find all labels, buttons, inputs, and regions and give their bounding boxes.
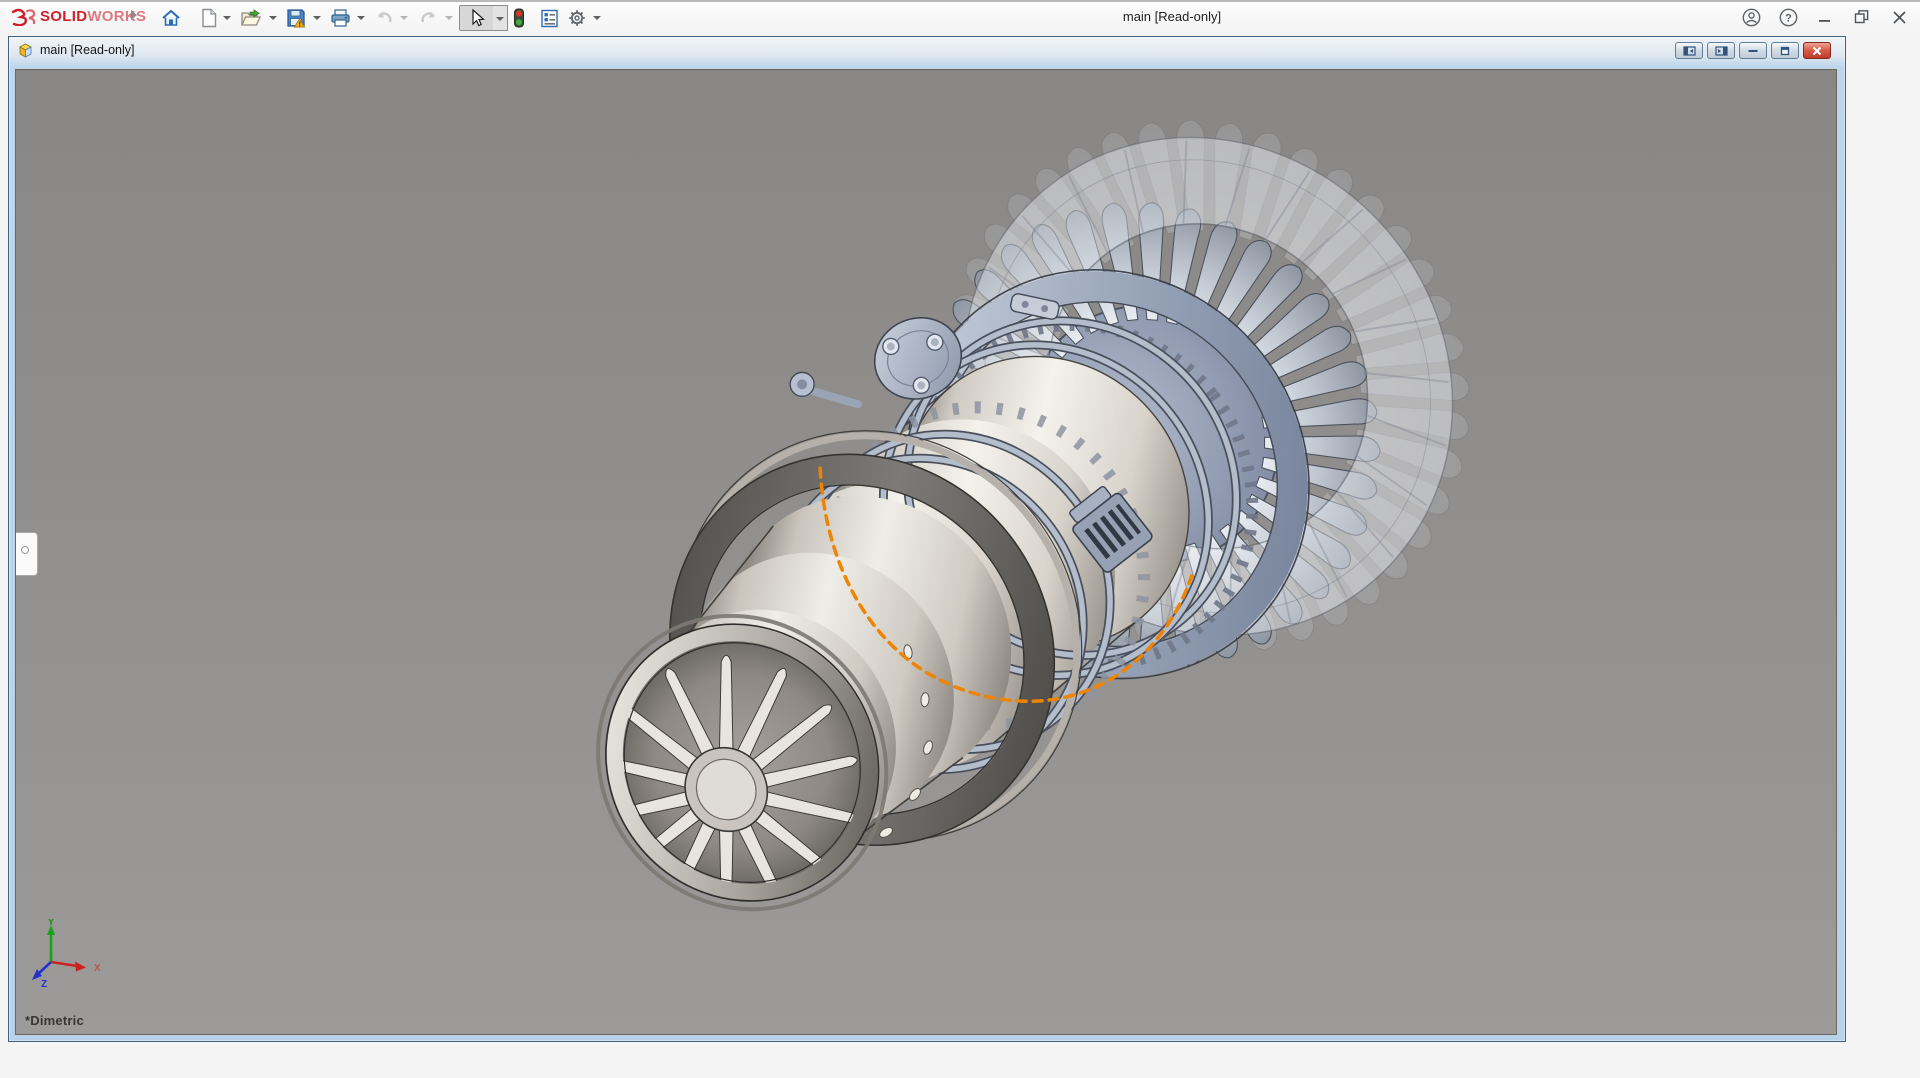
document-close-button[interactable] — [1803, 42, 1831, 59]
close-icon — [1811, 46, 1823, 56]
minimize-icon — [1818, 10, 1832, 24]
close-button[interactable] — [1888, 6, 1910, 28]
redo-icon — [419, 9, 439, 27]
file-properties-button[interactable] — [536, 5, 562, 31]
z-axis-label: Z — [41, 979, 47, 990]
toggle-right-pane-button[interactable] — [1707, 42, 1735, 59]
x-axis-label: X — [94, 963, 101, 974]
help-icon: ? — [1779, 8, 1798, 27]
graphics-viewport[interactable]: Y X Z *Dimetric — [15, 69, 1837, 1035]
minimize-icon — [1747, 46, 1759, 56]
print-dropdown[interactable] — [356, 14, 366, 22]
gear-icon — [567, 8, 587, 28]
solidworks-logo: SOLIDWORKS — [10, 7, 146, 27]
open-dropdown[interactable] — [268, 14, 278, 22]
save-icon — [286, 8, 306, 28]
orientation-triad: Y X Z — [31, 919, 111, 999]
clevis-link — [790, 372, 858, 404]
options-dropdown[interactable] — [592, 14, 602, 22]
document-window: main [Read-only] — [8, 36, 1846, 1042]
toolbar-expand-arrow-icon[interactable] — [131, 10, 137, 20]
y-axis-label: Y — [48, 919, 55, 928]
print-button[interactable] — [327, 5, 353, 31]
redo-button[interactable] — [416, 5, 442, 31]
account-button[interactable] — [1740, 6, 1762, 28]
open-folder-icon — [240, 8, 262, 28]
assembly-document-icon — [17, 42, 34, 59]
new-document-dropdown[interactable] — [222, 14, 232, 22]
collapsed-feature-pane-tab[interactable] — [15, 532, 38, 576]
options-button[interactable] — [564, 5, 590, 31]
minimize-button[interactable] — [1814, 6, 1836, 28]
new-document-button[interactable] — [196, 5, 222, 31]
restore-icon — [1854, 9, 1870, 25]
jet-engine-model[interactable] — [16, 70, 1836, 1034]
rebuild-traffic-light-icon — [513, 8, 525, 28]
toggle-left-pane-button[interactable] — [1675, 42, 1703, 59]
view-orientation-label: *Dimetric — [25, 1013, 84, 1028]
pane-left-icon — [1683, 46, 1696, 56]
document-minimize-button[interactable] — [1739, 42, 1767, 59]
home-icon — [161, 8, 181, 28]
file-properties-icon — [540, 9, 559, 28]
new-document-icon — [200, 8, 218, 28]
undo-dropdown[interactable] — [399, 14, 409, 22]
document-title: main [Read-only] — [40, 43, 135, 57]
svg-text:?: ? — [1785, 12, 1792, 24]
x-axis-arrow-icon — [75, 962, 86, 972]
application-title: main [Read-only] — [1123, 9, 1221, 24]
select-tool-button[interactable] — [459, 5, 495, 31]
document-restore-button[interactable] — [1771, 42, 1799, 59]
brand-bold: SOLID — [40, 8, 87, 25]
save-button[interactable] — [283, 5, 309, 31]
pane-expand-icon — [21, 546, 29, 554]
open-button[interactable] — [238, 5, 264, 31]
restore-button[interactable] — [1851, 6, 1873, 28]
undo-button[interactable] — [371, 5, 397, 31]
account-icon — [1742, 8, 1761, 27]
document-titlebar[interactable]: main [Read-only] — [9, 37, 1845, 63]
save-dropdown[interactable] — [312, 14, 322, 22]
ds-3ds-mark-icon — [10, 8, 36, 26]
pane-right-icon — [1715, 46, 1728, 56]
rebuild-button[interactable] — [506, 5, 532, 31]
brand-light: WORKS — [87, 8, 146, 25]
application-titlebar: SOLIDWORKS — [0, 0, 1920, 30]
undo-icon — [374, 9, 394, 27]
select-cursor-icon — [468, 8, 486, 28]
redo-dropdown[interactable] — [444, 14, 454, 22]
home-button[interactable] — [158, 5, 184, 31]
help-button[interactable]: ? — [1777, 6, 1799, 28]
print-icon — [330, 8, 351, 28]
restore-icon — [1779, 46, 1791, 56]
close-icon — [1892, 10, 1907, 25]
